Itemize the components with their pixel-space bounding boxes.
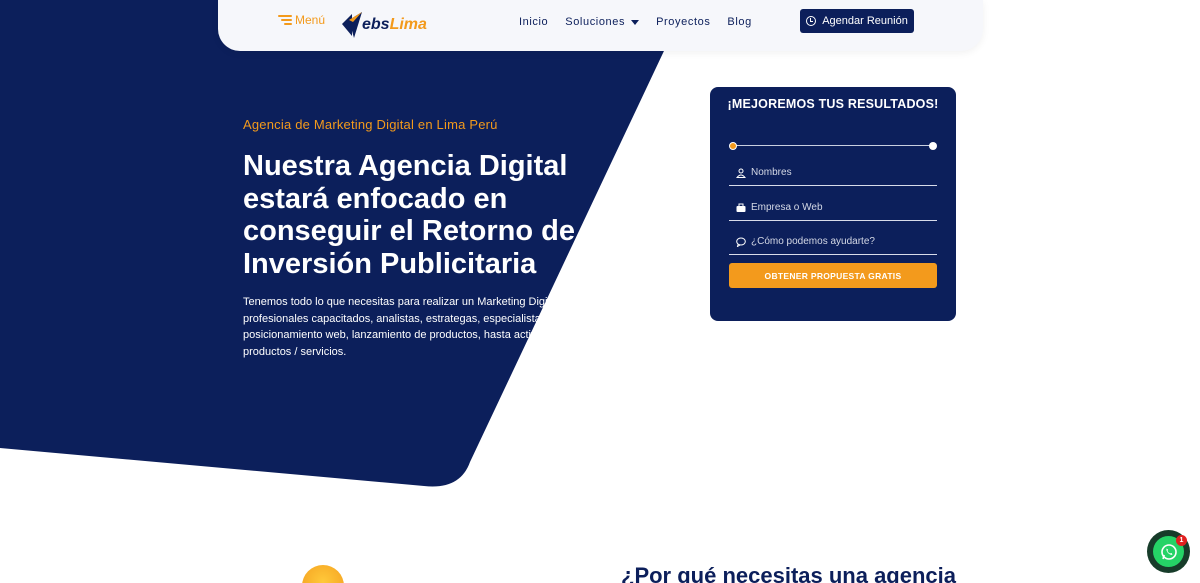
nav-item-label: Soluciones bbox=[565, 16, 626, 28]
menu-label: Menú bbox=[295, 13, 326, 27]
logo-text-webs: ebs bbox=[362, 16, 390, 33]
whatsapp-button[interactable]: 1 bbox=[1147, 530, 1190, 573]
logo-mark-icon bbox=[342, 12, 362, 38]
name-field bbox=[729, 160, 937, 186]
user-icon bbox=[736, 168, 746, 178]
hamburger-icon bbox=[278, 15, 292, 25]
menu-button[interactable]: Menú bbox=[278, 13, 325, 27]
nav-item-inicio[interactable]: Inicio bbox=[519, 16, 548, 28]
progress-step-next bbox=[929, 142, 937, 150]
progress-track bbox=[733, 145, 933, 146]
company-field bbox=[729, 195, 937, 221]
hero-headline: Nuestra Agencia Digital estará enfocado … bbox=[243, 150, 611, 280]
clock-icon bbox=[806, 16, 817, 26]
message-input[interactable] bbox=[751, 236, 921, 247]
notification-badge: 1 bbox=[1176, 535, 1187, 546]
progress-step-current bbox=[729, 142, 737, 150]
schedule-meeting-label: Agendar Reunión bbox=[822, 15, 908, 27]
caret-down-icon bbox=[631, 19, 640, 25]
logo-text-lima: Lima bbox=[389, 16, 427, 33]
logo[interactable]: ebs Lima bbox=[340, 8, 430, 42]
lead-form-card: ¡MEJOREMOS TUS RESULTADOS! OBTENER PROPU… bbox=[710, 87, 956, 321]
message-field bbox=[729, 229, 937, 255]
nav-item-label: Proyectos bbox=[656, 16, 711, 28]
name-input[interactable] bbox=[751, 167, 921, 178]
whatsapp-phone-icon bbox=[1160, 543, 1177, 560]
hero-eyebrow: Agencia de Marketing Digital en Lima Per… bbox=[243, 117, 498, 132]
nav-item-soluciones[interactable]: Soluciones bbox=[565, 16, 640, 28]
nav-item-label: Blog bbox=[727, 16, 752, 28]
section-heading: ¿Por qué necesitas una agencia bbox=[621, 563, 957, 583]
company-input[interactable] bbox=[751, 202, 921, 213]
site-header: Menú ebs Lima Inicio Soluciones Proyecto… bbox=[218, 0, 983, 51]
schedule-meeting-button[interactable]: Agendar Reunión bbox=[800, 9, 914, 33]
nav-item-label: Inicio bbox=[519, 16, 549, 28]
form-title: ¡MEJOREMOS TUS RESULTADOS! bbox=[727, 97, 939, 111]
submit-button[interactable]: OBTENER PROPUESTA GRATIS bbox=[729, 263, 937, 288]
chat-icon bbox=[736, 237, 746, 247]
nav-item-proyectos[interactable]: Proyectos bbox=[656, 16, 710, 28]
form-progress bbox=[729, 141, 937, 151]
main-nav: Inicio Soluciones Proyectos Blog bbox=[519, 16, 752, 28]
hero-background bbox=[0, 0, 688, 487]
nav-item-blog[interactable]: Blog bbox=[727, 16, 751, 28]
briefcase-icon bbox=[736, 203, 746, 212]
